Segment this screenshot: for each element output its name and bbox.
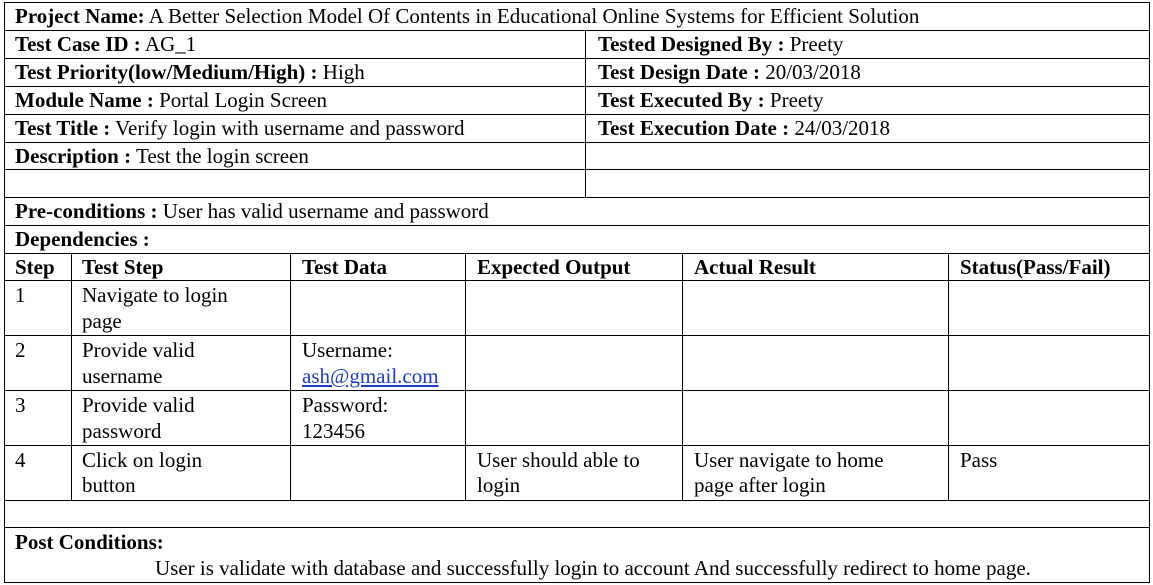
table-row-test-step: button [82,473,136,497]
test-case-id-value: AG_1 [144,32,197,56]
table-row-step-number: 1 [15,283,26,307]
table-row-actual-result: page after login [694,473,826,497]
design-date: Test Design Date : 20/03/2018 [598,59,861,85]
email-link[interactable]: ash@gmail.com [302,364,439,388]
execution-date-label: Test Execution Date : [598,116,790,140]
table-row-status: Pass [960,448,998,472]
column-header-expected-output: Expected Output [477,255,631,279]
divider [5,445,1149,446]
table-row-step-number: 4 [15,448,26,472]
divider [5,335,1149,336]
divider [290,253,291,500]
table-row-test-data: ash@gmail.com [302,363,439,389]
divider [5,280,1149,281]
table-row-actual-result: User navigate to home [694,448,884,472]
project-name-value: A Better Selection Model Of Contents in … [148,4,920,28]
module-name-label: Module Name : [15,88,154,112]
dependencies-label: Dependencies : [15,227,150,251]
table-row-step-number: 3 [15,393,26,417]
column-header-test-step: Test Step [82,255,164,279]
table-row-test-step: page [82,309,122,333]
table-row-expected-output: User should able to [477,448,640,472]
test-priority-label: Test Priority(low/Medium/High) : [15,60,318,84]
table-row-test-step: username [82,364,163,388]
divider [948,253,949,500]
table-row-test-data: 123456 [302,419,365,443]
test-title-label: Test Title : [15,116,111,140]
module-name: Module Name : Portal Login Screen [15,87,327,113]
table-row-test-step: Navigate to login [82,283,228,307]
divider [5,169,1149,170]
project-name: Project Name: A Better Selection Model O… [15,3,919,29]
preconditions: Pre-conditions : User has valid username… [15,198,489,224]
table-row-step-number: 2 [15,338,26,362]
test-title: Test Title : Verify login with username … [15,115,465,141]
table-row-test-step: Provide valid [82,338,195,362]
test-case-id: Test Case ID : AG_1 [15,31,196,57]
divider [71,253,72,500]
column-header-status: Status(Pass/Fail) [960,255,1111,279]
description-label: Description : [15,144,132,168]
postconditions-value: User is validate with database and succe… [155,556,1031,580]
executed-by-label: Test Executed By : [598,88,765,112]
test-priority: Test Priority(low/Medium/High) : High [15,59,365,85]
table-row-test-data: Password: [302,393,389,417]
column-header-actual-result: Actual Result [694,255,816,279]
divider [5,390,1149,391]
execution-date: Test Execution Date : 24/03/2018 [598,115,890,141]
divider [5,225,1149,226]
execution-date-value: 24/03/2018 [794,116,891,140]
divider [585,30,586,197]
design-date-value: 20/03/2018 [765,60,861,84]
executed-by: Test Executed By : Preety [598,87,824,113]
design-date-label: Test Design Date : [598,60,760,84]
test-case-document: Project Name: A Better Selection Model O… [4,2,1150,583]
project-name-label: Project Name: [15,4,145,28]
module-name-value: Portal Login Screen [159,88,328,112]
designed-by: Tested Designed By : Preety [598,31,843,57]
divider [5,500,1149,501]
test-priority-value: High [322,60,365,84]
divider [465,253,466,500]
designed-by-label: Tested Designed By : [598,32,785,56]
executed-by-value: Preety [769,88,824,112]
table-row-expected-output: login [477,473,521,497]
divider [682,253,683,500]
table-row-test-step: Click on login [82,448,203,472]
column-header-step: Step [15,255,55,279]
description-value: Test the login screen [135,144,309,168]
table-row-test-data: Username: [302,338,393,362]
preconditions-label: Pre-conditions : [15,199,158,223]
test-case-id-label: Test Case ID : [15,32,141,56]
designed-by-value: Preety [789,32,844,56]
test-title-value: Verify login with username and password [115,116,465,140]
divider [5,527,1149,528]
postconditions-label: Post Conditions: [15,530,164,554]
description: Description : Test the login screen [15,143,309,169]
table-row-test-step: Provide valid [82,393,195,417]
table-row-test-step: password [82,419,162,443]
column-header-test-data: Test Data [302,255,387,279]
preconditions-value: User has valid username and password [162,199,489,223]
